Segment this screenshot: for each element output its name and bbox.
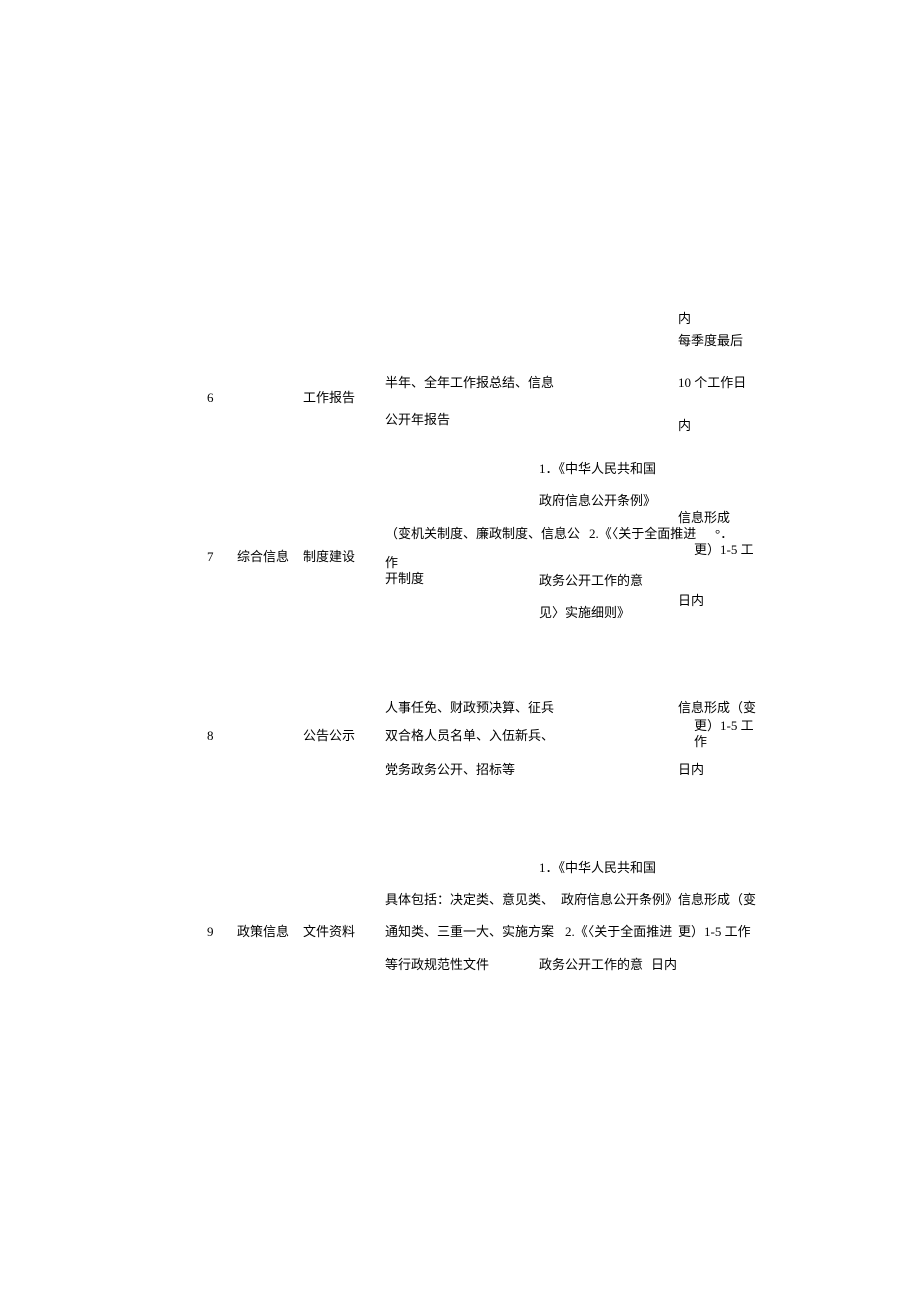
row7-num: 7 [207,547,214,568]
row7-col5-text3: 日内 [678,591,704,612]
row9-col3-text2: 通知类、三重一大、实施方案 [385,922,554,943]
row7-col4-text2: 政府信息公开条例》 [539,491,656,512]
row9-col5-text3: 日内 [651,955,677,976]
row8-col3-text2: 双合格人员名单、入伍新兵、 [385,726,554,747]
row8-col2: 公告公示 [303,726,355,747]
row9-col4-text4: 政务公开工作的意 [539,955,643,976]
row6-col5-text3: 内 [678,416,691,437]
row7-col1: 综合信息 [237,547,289,568]
row9-col5-text1: 信息形成（变 [678,890,756,911]
row6-col3-text2: 公开年报告 [385,410,450,431]
row9-col1: 政策信息 [237,922,289,943]
row7-col5-text2: 更）1-5 工 [694,540,754,561]
row6-col5-text2: 10 个工作日 [678,373,746,394]
row6-col2: 工作报告 [303,388,355,409]
row9-col2: 文件资料 [303,922,355,943]
row6-col3-text1: 半年、全年工作报总结、信息 [385,373,554,394]
row9-col4-text1: 1．《中华人民共和国 [539,858,656,879]
row6-num: 6 [207,388,214,409]
row9-col4-text3: 2.《〈关于全面推进 [565,922,672,943]
row7-col4-text5: 见〉实施细则》 [539,603,630,624]
row7-col4-text3: 2.《〈关于全面推进 [589,524,696,545]
row7-col4-text1: 1．《中华人民共和国 [539,459,656,480]
document-page: 内 每季度最后 6 工作报告 半年、全年工作报总结、信息 10 个工作日 公开年… [0,0,920,1301]
row7-col4-text4: 政务公开工作的意 [539,571,643,592]
row8-col5-text2b: 作 [694,732,707,753]
row8-col3-text1: 人事任免、财政预决算、征兵 [385,698,554,719]
row9-col4-text2: 政府信息公开条例》 [561,890,678,911]
row9-num: 9 [207,922,214,943]
row7-col3-text2: 开制度 [385,569,424,590]
row8-col3-text3: 党务政务公开、招标等 [385,760,515,781]
row6-col5-text0: 内 [678,309,691,330]
row9-col5-text2: 更）1-5 工作 [678,922,751,943]
row7-col3-text1: （变机关制度、廉政制度、信息公 [385,524,580,545]
row9-col3-text3: 等行政规范性文件 [385,955,489,976]
row8-col5-text3: 日内 [678,760,704,781]
row7-col2: 制度建设 [303,547,355,568]
row9-col3-text1: 具体包括：决定类、意见类、 [385,890,554,911]
row6-col5-text1: 每季度最后 [678,331,743,352]
row8-num: 8 [207,726,214,747]
